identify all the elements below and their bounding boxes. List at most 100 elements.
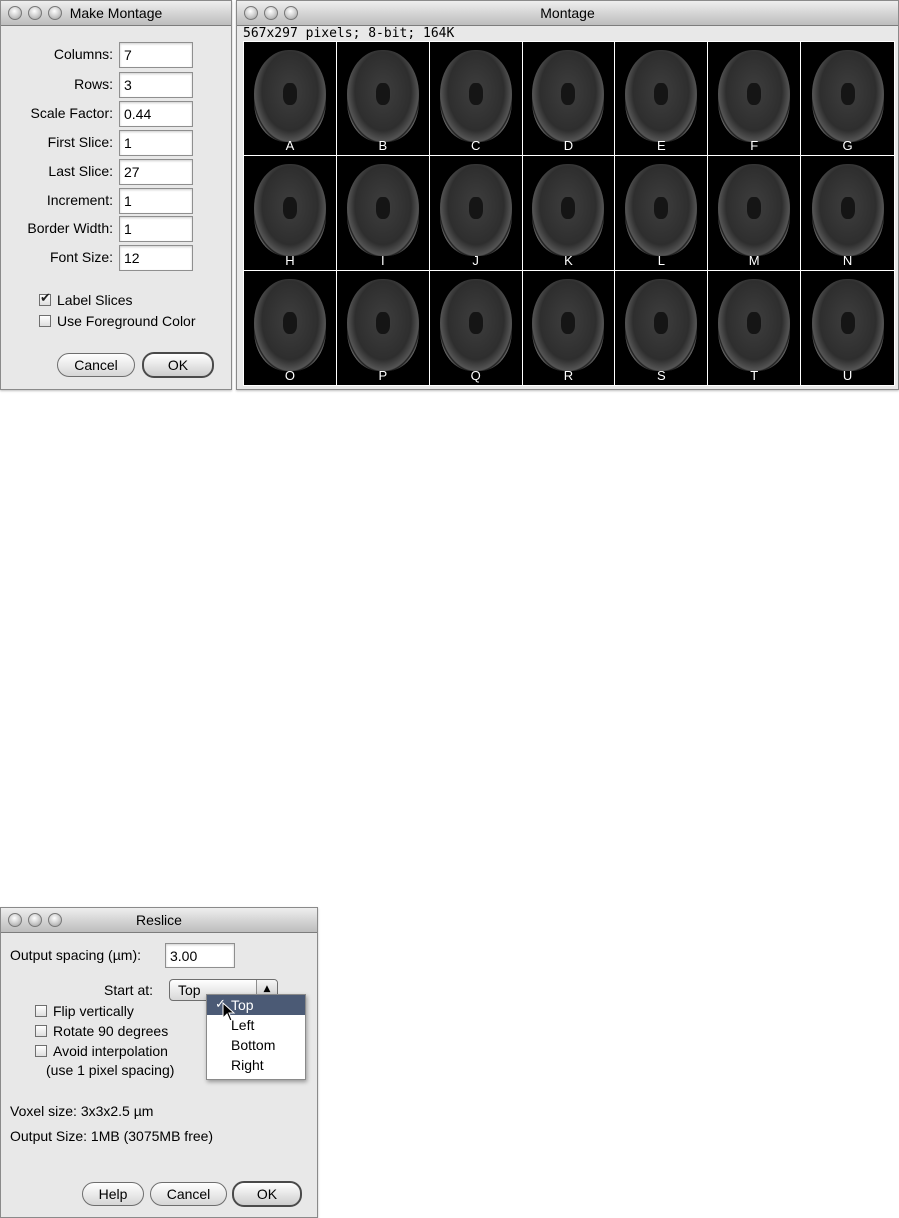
montage-image[interactable]: A B C D E F G H I J K L M N O P Q R S T U xyxy=(243,41,895,386)
slice-label: L xyxy=(657,252,665,268)
increment-row: Increment: xyxy=(1,187,231,215)
rotate-90-label: Rotate 90 degrees xyxy=(53,1023,169,1039)
montage-slice: T xyxy=(708,270,802,385)
montage-slice: A xyxy=(244,42,337,157)
brain-slice-image xyxy=(346,50,419,142)
slice-label: P xyxy=(378,368,388,383)
montage-slice: K xyxy=(522,156,616,271)
make-montage-dialog: Make Montage Columns: Rows: Scale Factor… xyxy=(0,0,232,390)
montage-slice: B xyxy=(336,42,430,157)
start-at-label: Start at: xyxy=(104,982,154,998)
ventricle-shape xyxy=(468,83,483,106)
reslice-dialog: Reslice Output spacing (µm): Start at: T… xyxy=(0,907,318,1218)
slice-label: D xyxy=(563,138,574,154)
flip-vertically-label: Flip vertically xyxy=(53,1003,134,1019)
brain-slice-image xyxy=(811,278,884,371)
ventricle-shape xyxy=(561,197,576,220)
border-width-input[interactable] xyxy=(119,216,193,242)
menu-item-right[interactable]: Right xyxy=(207,1055,305,1075)
output-spacing-input[interactable] xyxy=(165,943,235,968)
slice-label: N xyxy=(842,252,853,268)
brain-slice-image xyxy=(532,278,605,371)
ventricle-shape xyxy=(747,83,762,106)
brain-slice-image xyxy=(532,164,605,257)
slice-label: B xyxy=(378,138,388,154)
menu-item-label: Bottom xyxy=(231,1037,276,1053)
ventricle-shape xyxy=(840,83,855,106)
ok-button[interactable]: OK xyxy=(142,352,214,378)
cancel-button[interactable]: Cancel xyxy=(57,353,135,377)
window-title: Montage xyxy=(540,5,595,21)
montage-slice: J xyxy=(429,156,523,271)
cancel-button[interactable]: Cancel xyxy=(150,1182,227,1206)
rows-row: Rows: xyxy=(1,71,231,99)
slice-label: T xyxy=(750,368,759,383)
titlebar: Montage xyxy=(237,1,898,26)
montage-slice: Q xyxy=(430,270,523,385)
slice-label: C xyxy=(470,138,481,154)
ventricle-shape xyxy=(561,311,576,334)
use-foreground-color-checkbox[interactable] xyxy=(39,315,51,327)
slice-label: A xyxy=(285,138,295,154)
columns-input[interactable] xyxy=(119,42,193,68)
border-width-row: Border Width: xyxy=(1,215,231,243)
menu-item-label: Right xyxy=(231,1057,264,1073)
montage-slice: R xyxy=(523,270,616,385)
window-title: Make Montage xyxy=(69,5,163,21)
brain-slice-image xyxy=(346,164,419,257)
montage-slice: E xyxy=(615,42,709,157)
brain-slice-image xyxy=(253,50,326,142)
ventricle-shape xyxy=(840,197,855,220)
output-spacing-label: Output spacing (µm): xyxy=(10,947,142,963)
slice-label: U xyxy=(842,368,853,383)
font-size-input[interactable] xyxy=(119,245,193,271)
increment-input[interactable] xyxy=(119,188,193,214)
avoid-interpolation-checkbox[interactable] xyxy=(35,1045,47,1057)
last-slice-input[interactable] xyxy=(119,159,193,185)
slice-label: E xyxy=(657,138,666,154)
help-button[interactable]: Help xyxy=(82,1182,144,1206)
brain-slice-image xyxy=(253,278,326,371)
titlebar: Make Montage xyxy=(1,1,231,26)
flip-vertically-checkbox[interactable] xyxy=(35,1005,47,1017)
brain-slice-image xyxy=(439,164,512,257)
slice-label: O xyxy=(284,368,295,383)
image-info: 567x297 pixels; 8-bit; 164K xyxy=(243,26,455,41)
avoid-interpolation-option[interactable]: Avoid interpolation xyxy=(35,1041,168,1061)
brain-slice-image xyxy=(625,164,698,257)
montage-slice: I xyxy=(336,156,430,271)
flip-vertically-option[interactable]: Flip vertically xyxy=(35,1001,134,1021)
ventricle-shape xyxy=(282,197,297,220)
start-at-value: Top xyxy=(178,982,201,998)
scale-factor-input[interactable] xyxy=(119,101,193,127)
montage-slice: G xyxy=(801,42,894,157)
first-slice-input[interactable] xyxy=(119,130,193,156)
ventricle-shape xyxy=(282,311,297,334)
columns-row: Columns: xyxy=(1,41,231,69)
rotate-90-option[interactable]: Rotate 90 degrees xyxy=(35,1021,168,1041)
slice-label: R xyxy=(563,368,574,383)
ventricle-shape xyxy=(468,311,483,334)
slice-label: H xyxy=(285,252,295,268)
use-foreground-color-option[interactable]: Use Foreground Color xyxy=(39,311,196,331)
last-slice-row: Last Slice: xyxy=(1,158,231,186)
ventricle-shape xyxy=(561,83,576,106)
label-slices-option[interactable]: Label Slices xyxy=(39,290,133,310)
label-slices-label: Label Slices xyxy=(57,292,133,308)
label-slices-checkbox[interactable] xyxy=(39,291,51,306)
ventricle-shape xyxy=(375,197,390,220)
brain-slice-image xyxy=(718,164,791,257)
montage-slice: U xyxy=(801,271,894,385)
slice-label: G xyxy=(842,138,853,154)
montage-slice: S xyxy=(615,270,709,385)
slice-label: J xyxy=(472,252,479,268)
scale-factor-row: Scale Factor: xyxy=(1,100,231,128)
interpolation-note: (use 1 pixel spacing) xyxy=(46,1062,175,1078)
rotate-90-checkbox[interactable] xyxy=(35,1025,47,1037)
ok-button[interactable]: OK xyxy=(232,1181,302,1207)
rows-input[interactable] xyxy=(119,72,193,98)
arrow-cursor-icon xyxy=(222,1002,236,1022)
slice-label: Q xyxy=(470,368,481,383)
menu-item-bottom[interactable]: Bottom xyxy=(207,1035,305,1055)
brain-slice-image xyxy=(439,50,512,142)
